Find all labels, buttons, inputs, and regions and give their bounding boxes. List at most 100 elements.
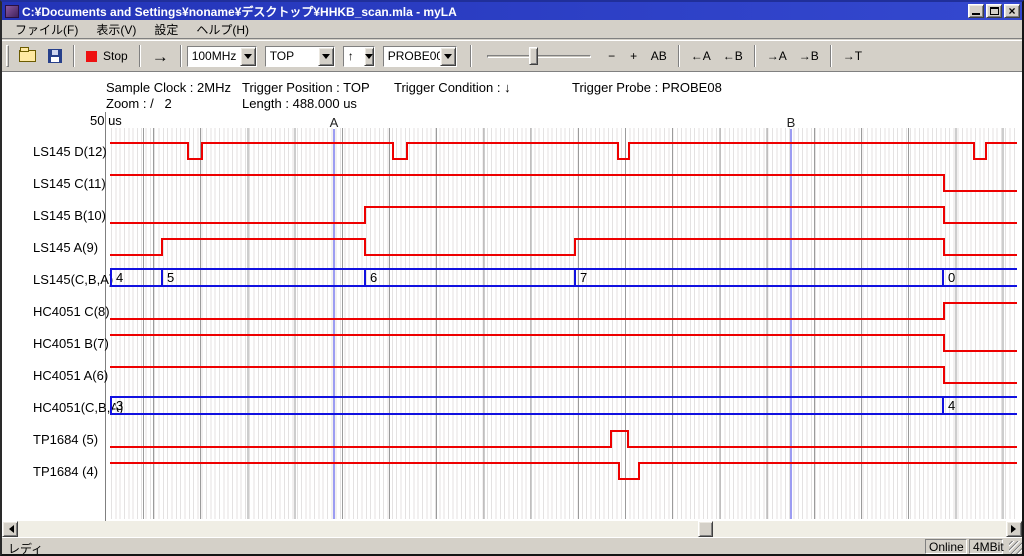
arrow-left-icon — [5, 525, 14, 533]
channel-label: HC4051 C(8) — [33, 304, 110, 320]
waveform-panel: Sample Clock : 2MHz Trigger Position : T… — [2, 71, 1022, 521]
arrow-right-icon — [1011, 525, 1020, 533]
app-window: C:¥Documents and Settings¥noname¥デスクトップ¥… — [0, 0, 1024, 556]
status-bar: レディ Online 4MBit — [2, 537, 1022, 554]
toolbar-separator — [139, 45, 141, 67]
stop-button[interactable]: Stop — [80, 44, 134, 68]
toolbar-grip[interactable] — [6, 45, 9, 67]
dropdown-button[interactable] — [318, 47, 334, 66]
signal-trace — [110, 463, 1017, 479]
signal-trace — [110, 143, 1017, 159]
status-message: レディ — [8, 540, 43, 556]
signal-trace — [110, 335, 1017, 351]
toolbar-separator — [830, 45, 832, 67]
dropdown-button[interactable] — [240, 47, 256, 66]
scrollbar-thumb[interactable] — [698, 521, 713, 537]
set-cursor-a-button[interactable]: →A — [761, 44, 793, 68]
signal-trace — [110, 175, 1017, 191]
toolbar-separator — [470, 45, 472, 67]
horizontal-scrollbar[interactable] — [2, 521, 1022, 537]
trigger-position-info: Trigger Position : TOP — [242, 80, 370, 95]
menu-file[interactable]: ファイル(F) — [6, 19, 87, 40]
trigger-probe-value: PROBE00 — [384, 47, 440, 66]
channel-label: HC4051 A(6) — [33, 368, 108, 384]
toolbar-separator — [754, 45, 756, 67]
stop-icon — [86, 51, 97, 62]
bus-value: 4 — [948, 399, 955, 413]
zoom-slider[interactable] — [487, 45, 591, 67]
goto-trigger-button[interactable]: →T — [837, 44, 868, 68]
scroll-right-button[interactable] — [1006, 521, 1022, 537]
window-title: C:¥Documents and Settings¥noname¥デスクトップ¥… — [22, 3, 457, 20]
close-button[interactable]: × — [1004, 4, 1020, 18]
trigger-probe-info: Trigger Probe : PROBE08 — [572, 80, 722, 95]
open-file-button[interactable] — [13, 44, 42, 68]
chevron-down-icon — [244, 54, 252, 63]
signal-trace — [110, 207, 1017, 223]
ab-range-button[interactable]: AB — [645, 44, 673, 68]
zoom-in-button[interactable]: + — [623, 44, 645, 68]
menu-view[interactable]: 表示(V) — [87, 19, 145, 40]
length-info: Length : 488.000 us — [242, 96, 357, 111]
chevron-down-icon — [444, 54, 452, 63]
dropdown-button[interactable] — [364, 47, 374, 66]
menu-bar: ファイル(F) 表示(V) 設定 ヘルプ(H) — [2, 20, 1022, 39]
channel-label: LS145 D(12) — [33, 144, 107, 160]
toolbar: Stop → 100MHz TOP ↑ PROBE00 − + AB ←A — [2, 40, 1022, 71]
signal-trace — [110, 239, 1017, 255]
run-button[interactable]: → — [146, 44, 175, 68]
signal-trace — [110, 367, 1017, 383]
chevron-down-icon — [365, 54, 373, 63]
minimize-button[interactable] — [968, 4, 984, 18]
title-bar[interactable]: C:¥Documents and Settings¥noname¥デスクトップ¥… — [2, 2, 1022, 20]
chevron-down-icon — [322, 54, 330, 63]
goto-cursor-a-button[interactable]: ←A — [685, 44, 717, 68]
sample-clock-info: Sample Clock : 2MHz — [106, 80, 231, 95]
trigger-edge-select[interactable]: ↑ — [343, 46, 375, 67]
zoom-out-button[interactable]: − — [601, 44, 623, 68]
trigger-position-value: TOP — [266, 47, 318, 66]
signal-trace — [110, 303, 1017, 319]
memory-status-badge: 4MBit — [969, 539, 1003, 554]
waveform-area[interactable]: 4567034AB — [110, 116, 1017, 519]
sample-clock-value: 100MHz — [188, 47, 240, 66]
save-icon — [48, 49, 62, 63]
resize-grip[interactable] — [1009, 541, 1022, 554]
trigger-edge-value: ↑ — [344, 47, 364, 66]
channel-label: LS145 C(11) — [33, 176, 106, 192]
menu-help[interactable]: ヘルプ(H) — [187, 19, 258, 40]
bus-value: 3 — [116, 399, 123, 413]
cursor-a-label: A — [328, 115, 340, 130]
bus-value: 4 — [116, 271, 123, 285]
trigger-position-select[interactable]: TOP — [265, 46, 335, 67]
sample-clock-select[interactable]: 100MHz — [187, 46, 257, 67]
maximize-button[interactable] — [986, 4, 1002, 18]
app-icon — [5, 5, 19, 18]
channel-label: LS145 A(9) — [33, 240, 98, 256]
trigger-probe-select[interactable]: PROBE00 — [383, 46, 457, 67]
channel-label: LS145 B(10) — [33, 208, 106, 224]
bus-value: 7 — [580, 271, 587, 285]
channel-label: HC4051 B(7) — [33, 336, 109, 352]
channel-label: LS145(C,B,A) — [33, 272, 113, 288]
scroll-left-button[interactable] — [2, 521, 18, 537]
channel-labels: LS145 D(12) LS145 C(11) LS145 B(10) LS145 A… — [2, 116, 105, 519]
waveform-svg — [110, 116, 1017, 519]
open-folder-icon — [19, 50, 36, 62]
stop-label: Stop — [103, 49, 128, 63]
set-cursor-b-button[interactable]: →B — [793, 44, 825, 68]
maximize-icon — [990, 7, 999, 15]
bus-value: 0 — [948, 271, 955, 285]
trigger-condition-info: Trigger Condition : ↓ — [394, 80, 511, 95]
menu-settings[interactable]: 設定 — [145, 19, 187, 40]
run-arrow-icon: → — [152, 48, 169, 65]
zoom-slider-thumb[interactable] — [529, 47, 538, 65]
channel-label: TP1684 (4) — [33, 464, 98, 480]
signal-trace — [110, 431, 1017, 447]
dropdown-button[interactable] — [440, 47, 456, 66]
online-status-badge: Online — [925, 539, 967, 554]
goto-cursor-b-button[interactable]: ←B — [717, 44, 749, 68]
save-file-button[interactable] — [42, 44, 68, 68]
channel-label: TP1684 (5) — [33, 432, 98, 448]
minimize-icon — [972, 13, 980, 15]
